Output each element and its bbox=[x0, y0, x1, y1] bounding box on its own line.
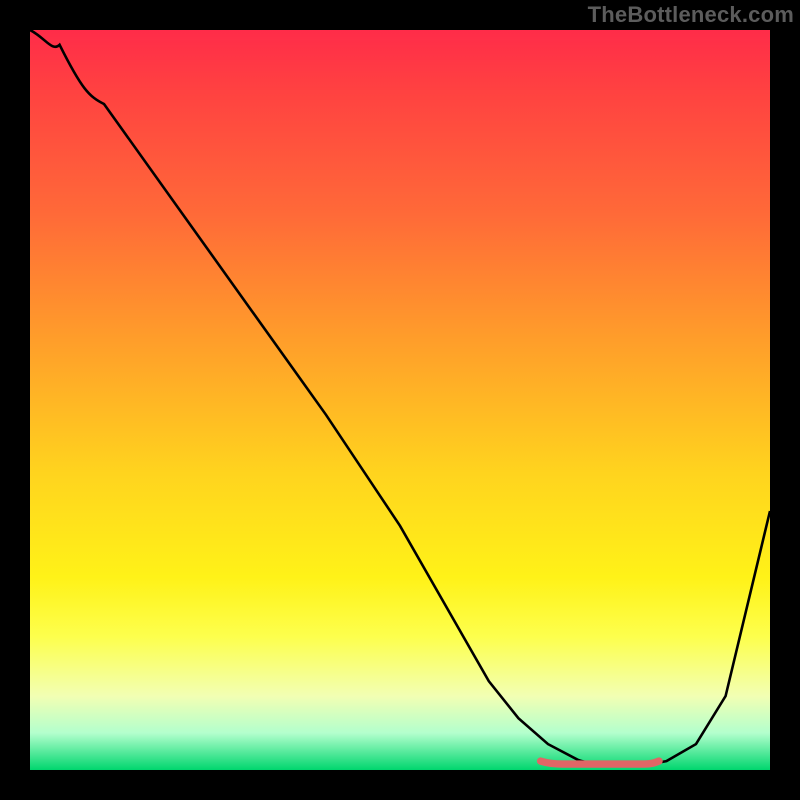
gradient-plot-area bbox=[30, 30, 770, 770]
bottleneck-curve bbox=[30, 30, 770, 765]
curve-layer bbox=[30, 30, 770, 770]
flat-zone-marker bbox=[541, 761, 659, 764]
chart-frame: TheBottleneck.com bbox=[0, 0, 800, 800]
watermark-text: TheBottleneck.com bbox=[588, 2, 794, 28]
